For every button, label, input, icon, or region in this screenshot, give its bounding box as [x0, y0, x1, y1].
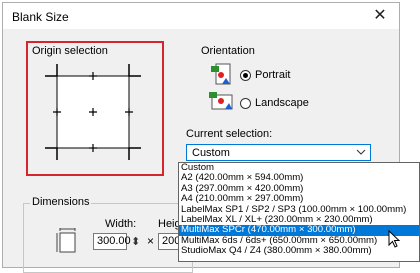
width-spinner[interactable]: ⬍ — [131, 235, 140, 248]
current-selection-combo[interactable]: Custom — [186, 144, 371, 161]
corner-top-right[interactable] — [128, 64, 141, 77]
dropdown-option[interactable]: A4 (210.00mm × 297.00mm) — [179, 193, 419, 204]
corner-bottom-left[interactable] — [45, 147, 58, 160]
chevron-down-icon[interactable] — [356, 145, 366, 160]
mouse-pointer-icon — [388, 230, 401, 248]
title-bar: Blank Size ✕ — [3, 3, 399, 29]
landscape-radio[interactable] — [240, 97, 251, 109]
current-selection-label: Current selection: — [186, 128, 273, 140]
portrait-radio[interactable] — [240, 69, 251, 81]
page-size-icon — [56, 228, 76, 253]
dropdown-option[interactable]: StudioMax Q4 / Z4 (380.00mm × 380.00mm) — [179, 245, 419, 256]
landscape-icon — [209, 92, 233, 110]
dimensions-label: Dimensions — [30, 196, 92, 208]
dialog-title: Blank Size — [12, 10, 69, 24]
combo-value: Custom — [192, 147, 230, 159]
close-button[interactable]: ✕ — [363, 3, 397, 29]
landscape-radio-row[interactable]: Landscape — [240, 97, 309, 109]
width-input[interactable]: 300.00 — [93, 233, 131, 250]
orientation-label: Orientation — [200, 45, 256, 57]
landscape-label[interactable]: Landscape — [255, 97, 309, 109]
portrait-icon — [211, 63, 231, 85]
origin-selector[interactable] — [35, 58, 151, 164]
portrait-label[interactable]: Portrait — [255, 69, 290, 81]
orientation-group — [181, 49, 377, 125]
current-selection-dropdown[interactable]: Custom A2 (420.00mm × 594.00mm) A3 (297.00… — [178, 162, 420, 262]
corner-bottom-right[interactable] — [128, 147, 141, 160]
times-sign: × — [147, 234, 155, 248]
width-label: Width: — [105, 218, 137, 230]
portrait-radio-row[interactable]: Portrait — [240, 69, 290, 81]
